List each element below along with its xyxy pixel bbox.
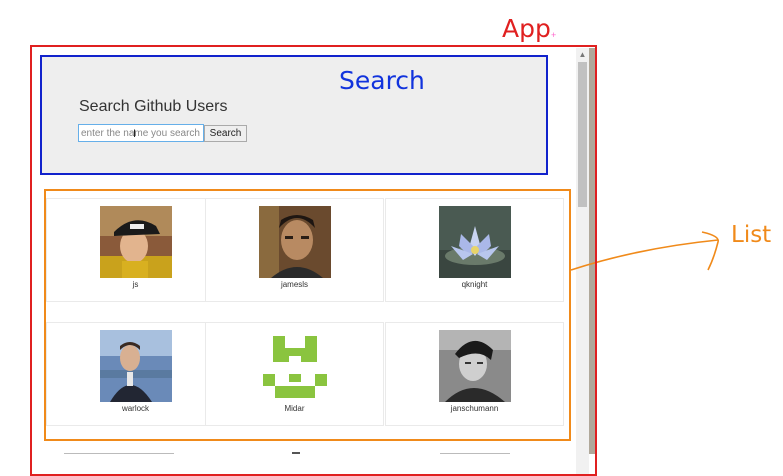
list-annotation-label: List: [731, 222, 772, 248]
app-annotation-label: App: [502, 14, 551, 43]
app-annotation-plus: +: [551, 30, 557, 40]
app-component-annotation-box: [30, 45, 597, 476]
